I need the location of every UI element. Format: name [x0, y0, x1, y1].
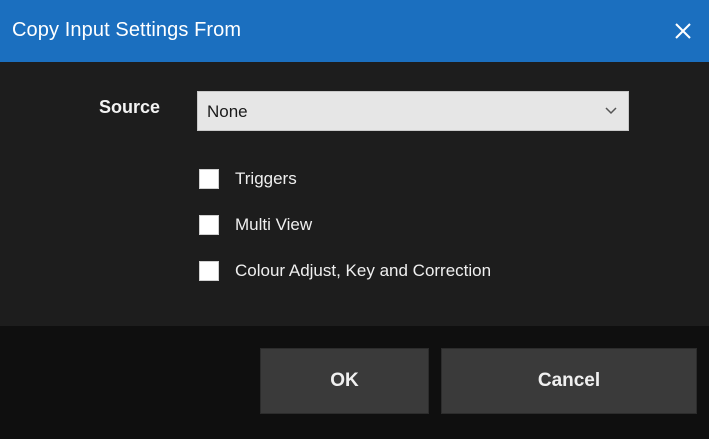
source-label: Source [99, 97, 161, 117]
close-button[interactable] [657, 0, 709, 62]
colour-adjust-checkbox[interactable] [199, 261, 219, 281]
chevron-down-icon [605, 107, 617, 115]
copy-input-settings-dialog: Copy Input Settings From Source None Tri… [0, 0, 709, 439]
close-icon [675, 23, 691, 39]
triggers-label: Triggers [235, 169, 297, 188]
ok-button[interactable]: OK [260, 348, 429, 414]
multi-view-label: Multi View [235, 215, 313, 234]
title-bar[interactable]: Copy Input Settings From [0, 0, 709, 62]
multi-view-checkbox[interactable] [199, 215, 219, 235]
colour-adjust-label: Colour Adjust, Key and Correction [235, 261, 492, 280]
cancel-button[interactable]: Cancel [441, 348, 697, 414]
dialog-title: Copy Input Settings From [12, 19, 242, 41]
source-selected-value: None [207, 102, 248, 121]
source-dropdown[interactable]: None [197, 91, 629, 131]
triggers-checkbox[interactable] [199, 169, 219, 189]
